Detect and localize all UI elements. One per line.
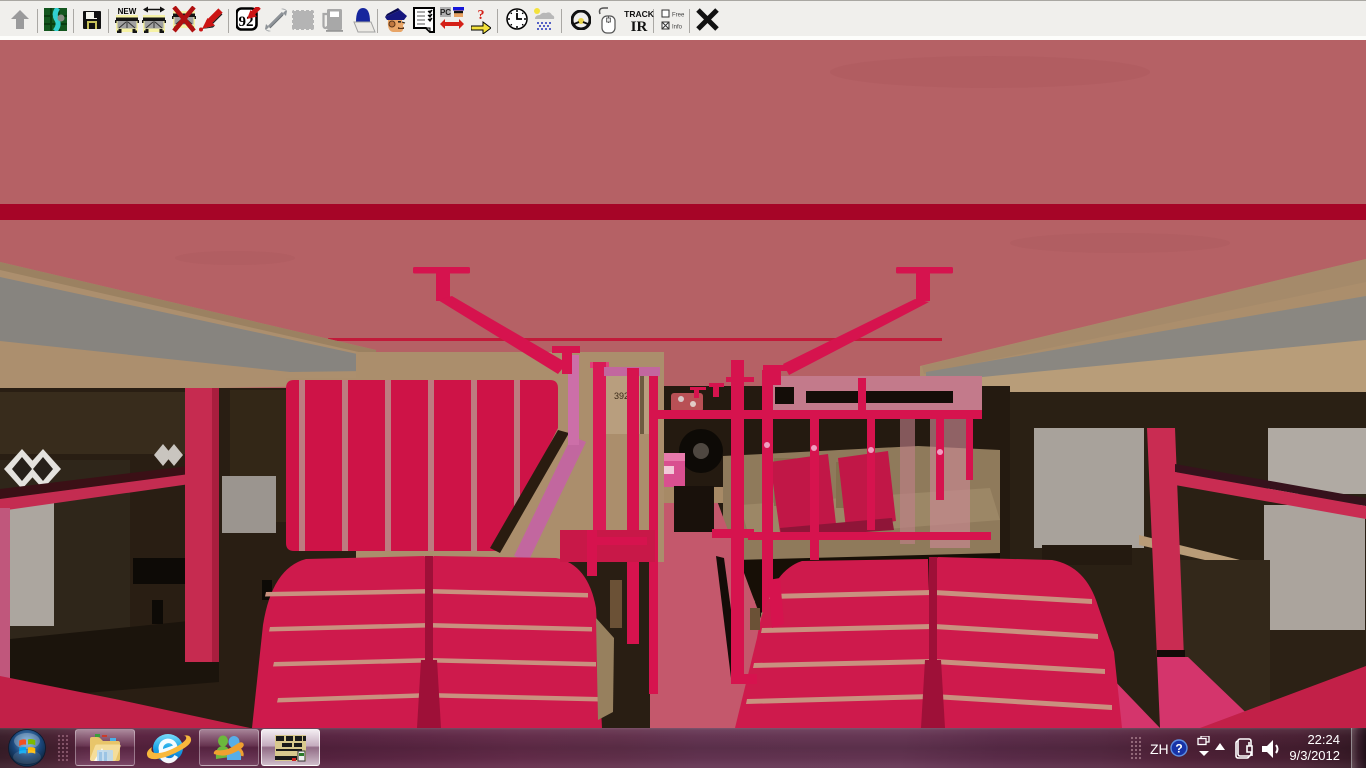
svg-text:?: ?: [478, 8, 485, 23]
svg-text:Info: Info: [672, 25, 683, 31]
svg-text:IR: IR: [631, 19, 648, 33]
svg-text:?: ?: [1175, 742, 1182, 756]
svg-text:NEW: NEW: [118, 7, 137, 16]
svg-text:PC: PC: [440, 8, 451, 17]
svg-text:TRACK: TRACK: [624, 9, 655, 19]
svg-text:Free: Free: [672, 13, 685, 19]
